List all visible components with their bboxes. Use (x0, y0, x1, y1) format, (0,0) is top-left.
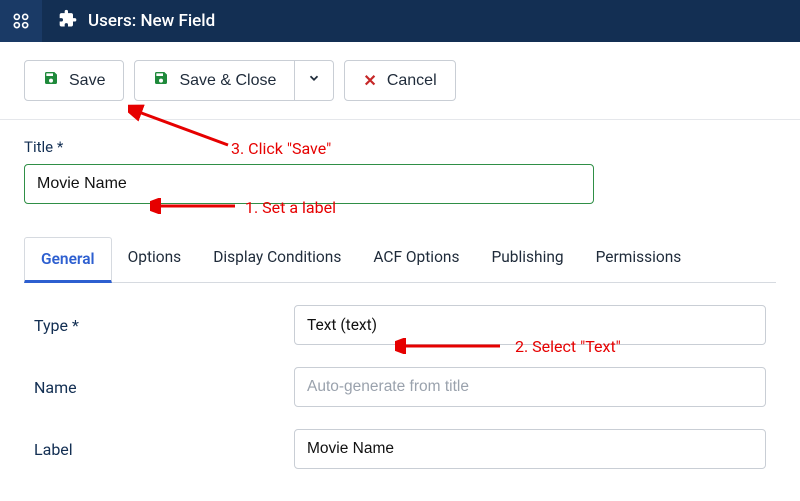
save-close-group: Save & Close (134, 60, 334, 101)
form-body: Type * Text (text) Name Label (24, 283, 776, 469)
row-label: Label (34, 429, 766, 469)
cancel-button[interactable]: ✕ Cancel (344, 60, 455, 101)
tab-display-conditions[interactable]: Display Conditions (197, 236, 357, 282)
title-input[interactable] (24, 164, 594, 204)
page-title: Users: New Field (88, 11, 215, 31)
save-button[interactable]: Save (24, 60, 124, 101)
joomla-logo-icon (0, 0, 42, 42)
save-close-button[interactable]: Save & Close (134, 60, 295, 101)
title-label: Title * (24, 138, 776, 156)
save-dropdown-toggle[interactable] (295, 60, 334, 101)
tab-acf-options[interactable]: ACF Options (357, 236, 475, 282)
row-name: Name (34, 367, 766, 407)
puzzle-icon (58, 9, 78, 33)
toolbar: Save Save & Close ✕ Cancel (0, 42, 800, 120)
app-header: Users: New Field (0, 0, 800, 42)
label-input[interactable] (294, 429, 766, 469)
cancel-button-label: Cancel (387, 72, 437, 90)
save-icon (153, 70, 169, 91)
name-input[interactable] (294, 367, 766, 407)
save-close-button-label: Save & Close (179, 72, 276, 90)
label-label: Label (34, 440, 294, 459)
chevron-down-icon (307, 71, 321, 90)
type-select-value: Text (text) (307, 316, 377, 334)
row-type: Type * Text (text) (34, 305, 766, 345)
tab-permissions[interactable]: Permissions (580, 236, 698, 282)
tab-publishing[interactable]: Publishing (475, 236, 579, 282)
tab-bar: General Options Display Conditions ACF O… (24, 236, 776, 283)
type-select[interactable]: Text (text) (294, 305, 766, 345)
tab-options[interactable]: Options (112, 236, 198, 282)
save-icon (43, 70, 59, 91)
save-button-label: Save (69, 72, 105, 90)
name-label: Name (34, 378, 294, 397)
type-label: Type * (34, 316, 294, 335)
content-area: Title * General Options Display Conditio… (0, 120, 800, 469)
tab-general[interactable]: General (24, 237, 112, 283)
cancel-icon: ✕ (363, 71, 376, 91)
